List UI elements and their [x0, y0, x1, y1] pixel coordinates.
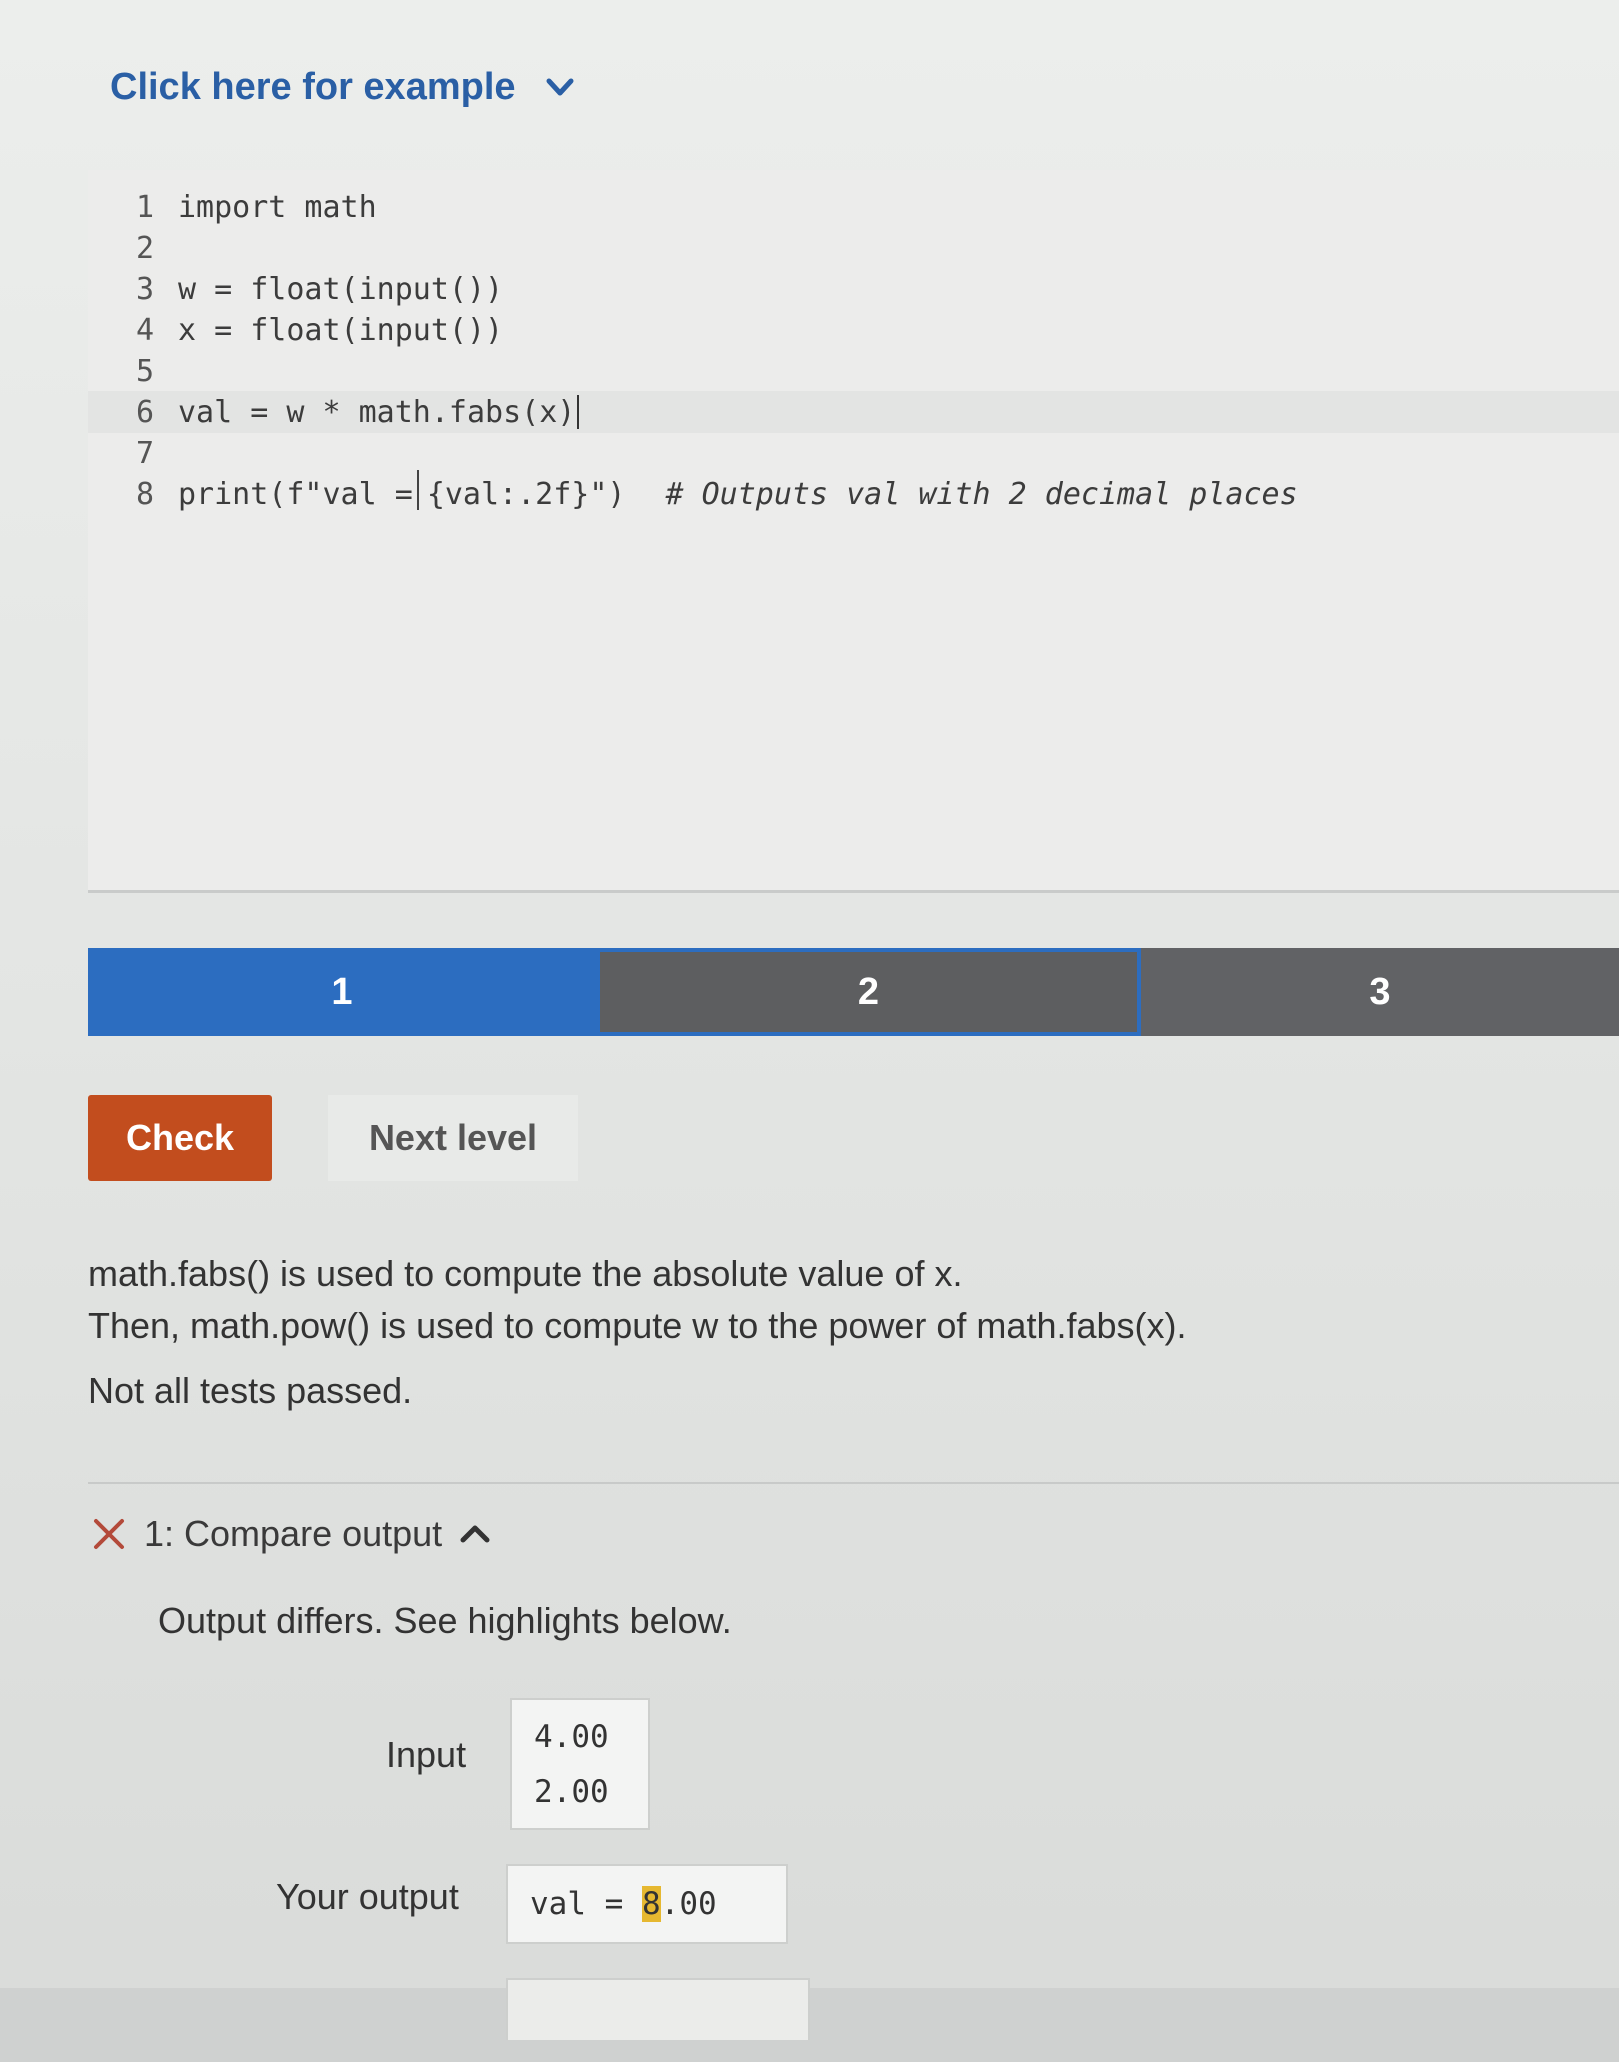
ibeam-cursor-icon — [416, 470, 429, 510]
chevron-down-icon — [546, 78, 574, 96]
your-output-box: val = 8.00 — [506, 1864, 788, 1944]
your-output-label: Your output — [276, 1876, 459, 1917]
code-line: 4 x = float(input()) — [88, 309, 1619, 351]
text-cursor — [577, 395, 580, 429]
output-diff-highlight: 8 — [641, 1886, 661, 1922]
code-line: 2 — [88, 227, 1619, 269]
line-number: 7 — [135, 435, 154, 471]
code-text: val = w * math.fabs(x) — [178, 394, 576, 430]
code-editor[interactable]: 1 import math 2 3 w = float(input()) 4 x… — [88, 170, 1619, 893]
input-box: 4.00 2.00 — [510, 1698, 650, 1830]
example-toggle[interactable]: Click here for example — [110, 62, 574, 112]
divider — [88, 1482, 1619, 1484]
explanation-line: math.fabs() is used to compute the absol… — [88, 1253, 963, 1294]
output-text: val = — [530, 1886, 642, 1922]
line-number: 8 — [135, 476, 154, 512]
test-result-title: 1: Compare output — [144, 1513, 443, 1554]
code-line: 3 w = float(input()) — [88, 268, 1619, 310]
line-number: 1 — [135, 189, 154, 225]
line-number: 4 — [135, 312, 154, 348]
test-result-header[interactable]: 1: Compare output — [92, 1508, 490, 1560]
fail-x-icon — [94, 1519, 124, 1549]
code-text: import math — [178, 189, 377, 225]
input-line: 4.00 — [534, 1719, 609, 1755]
code-line: 7 — [88, 432, 1619, 474]
line-number: 6 — [135, 394, 154, 430]
level-3-segment[interactable]: 3 — [1141, 948, 1619, 1036]
chevron-up-icon — [460, 1525, 490, 1543]
input-line: 2.00 — [534, 1774, 609, 1810]
level-1-segment[interactable]: 1 — [88, 948, 596, 1036]
code-line-active: 6 val = w * math.fabs(x) — [88, 391, 1619, 433]
output-differs-message: Output differs. See highlights below. — [158, 1600, 732, 1641]
explanation-text: math.fabs() is used to compute the absol… — [88, 1248, 1187, 1352]
code-text: x = float(input()) — [178, 312, 504, 348]
explanation-line: Then, math.pow() is used to compute w to… — [88, 1305, 1187, 1346]
expected-output-box — [506, 1978, 810, 2040]
code-comment: # Outputs val with 2 decimal places — [665, 476, 1298, 512]
code-text: w = float(input()) — [178, 271, 504, 307]
next-level-button[interactable]: Next level — [328, 1095, 578, 1181]
check-button[interactable]: Check — [88, 1095, 272, 1181]
output-text: .00 — [660, 1886, 717, 1922]
code-text: {val:.2f}") — [426, 476, 626, 512]
code-line: 5 — [88, 350, 1619, 392]
level-progress-bar: 1 2 3 — [88, 948, 1619, 1036]
line-number: 2 — [135, 230, 154, 266]
code-line: 8 print(f"val = {val:.2f}") # Outputs va… — [88, 470, 1619, 515]
line-number: 5 — [135, 353, 154, 389]
test-status: Not all tests passed. — [88, 1370, 413, 1411]
example-toggle-label: Click here for example — [110, 65, 516, 108]
input-label: Input — [386, 1734, 467, 1775]
code-text: print(f"val = — [178, 476, 413, 512]
line-number: 3 — [135, 271, 154, 307]
code-line: 1 import math — [88, 186, 1619, 228]
level-2-segment[interactable]: 2 — [596, 948, 1141, 1036]
